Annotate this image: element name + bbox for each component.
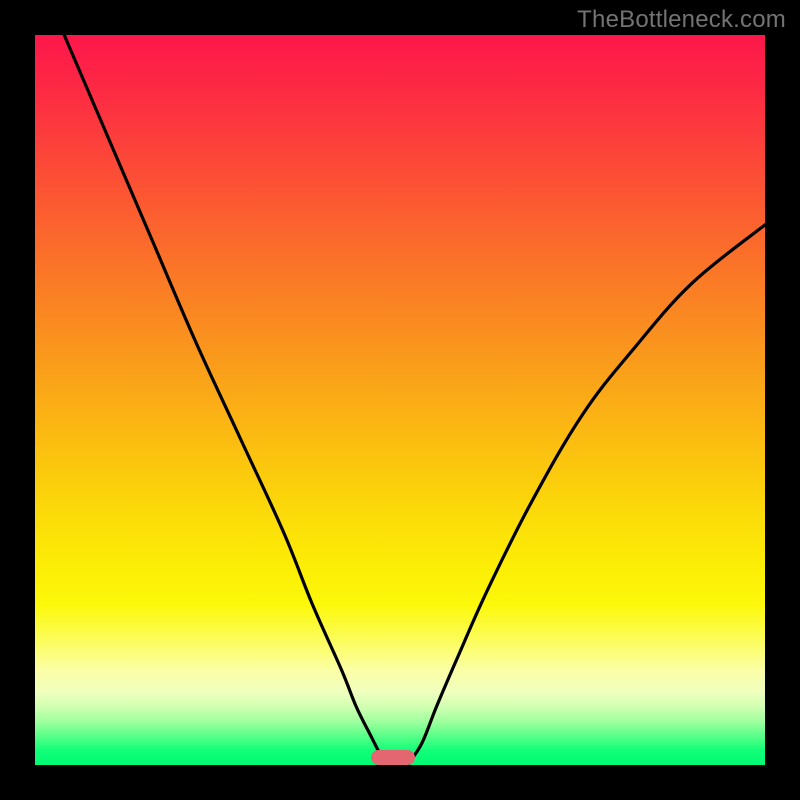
watermark-text: TheBottleneck.com [577, 6, 786, 34]
curve-left [64, 35, 385, 765]
minimum-marker [371, 750, 415, 765]
curve-right [407, 225, 765, 765]
curve-layer [35, 35, 765, 765]
chart-plot-area [35, 35, 765, 765]
